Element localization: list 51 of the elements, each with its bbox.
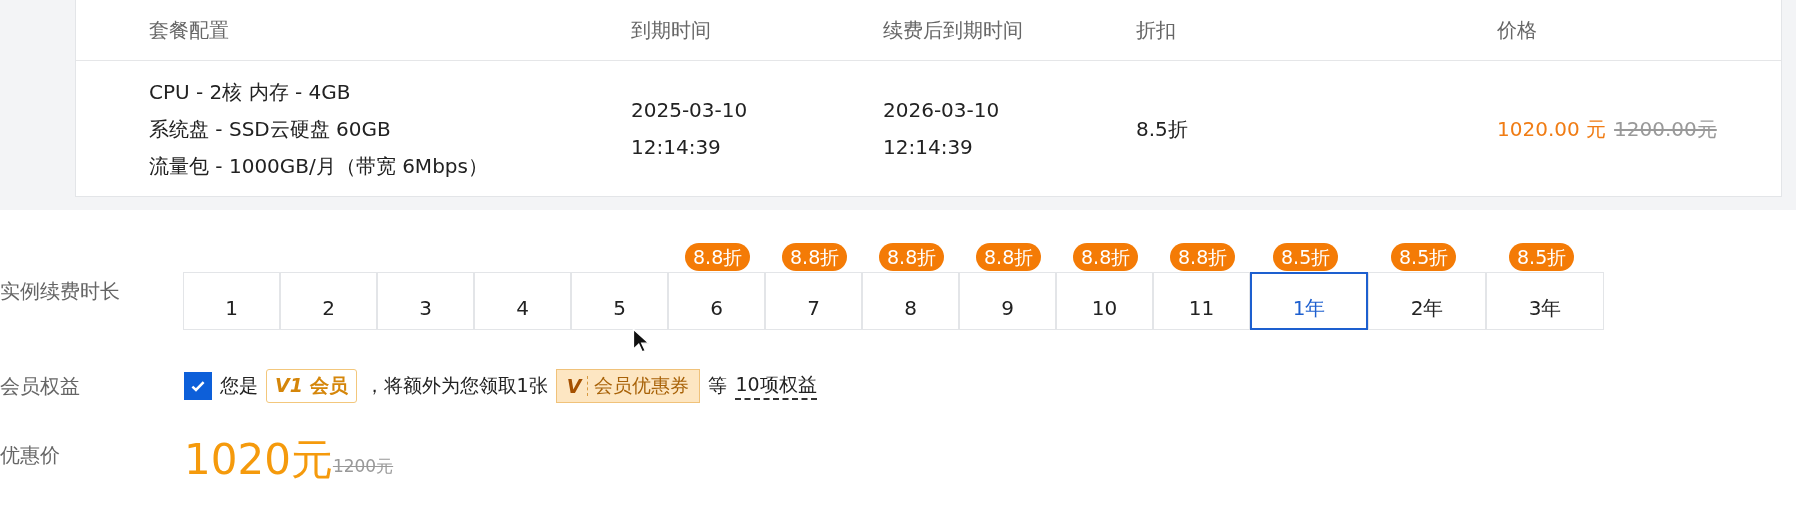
table-cell-text: 12:14:39	[631, 134, 722, 161]
column-header: 到期时间	[631, 16, 712, 44]
discount-badge: 8.8折	[879, 243, 945, 271]
discount-badge: 8.5折	[1509, 243, 1575, 271]
cursor-icon	[632, 328, 649, 354]
checkbox[interactable]	[184, 372, 212, 400]
field-label: 会员权益	[0, 372, 81, 400]
discount-price: 1020元	[184, 436, 333, 484]
column-header: 续费后到期时间	[883, 16, 1024, 44]
benefits-link[interactable]: 10项权益	[735, 372, 817, 400]
table-cell-text: 2026-03-10	[883, 97, 1001, 124]
duration-option[interactable]: 8	[862, 272, 959, 330]
duration-option[interactable]: 4	[474, 272, 571, 330]
table-cell-text: CPU - 2核 内存 - 4GB	[149, 78, 352, 106]
table-cell-text: 12:14:39	[883, 134, 974, 161]
table-cell-text: 系统盘 - SSD云硬盘 60GB	[149, 115, 392, 143]
original-price: 1200.00元	[1614, 115, 1717, 143]
discount-badge: 8.5折	[1391, 243, 1457, 271]
table-cell-text: 2025-03-10	[631, 97, 749, 124]
discount-badge: 8.8折	[782, 243, 848, 271]
price-text: 1020.00 元	[1497, 115, 1607, 143]
discount-badge: 8.8折	[685, 243, 751, 271]
member-text: 等	[708, 373, 728, 398]
table-cell: 8.5折	[1136, 115, 1188, 143]
duration-option[interactable]: 9	[959, 272, 1056, 330]
column-header: 折扣	[1136, 16, 1177, 44]
table-cell-text: 流量包 - 1000GB/月（带宽 6Mbps）	[149, 152, 489, 180]
member-text: 您是	[220, 373, 258, 398]
duration-option[interactable]: 3年	[1486, 272, 1604, 330]
coupon-badge: V 会员优惠券	[555, 369, 701, 403]
original-price: 1200元	[332, 455, 394, 478]
discount-badge: 8.8折	[976, 243, 1042, 271]
discount-badge: 8.5折	[1273, 243, 1339, 271]
duration-option[interactable]: 2	[280, 272, 377, 330]
duration-option[interactable]: 6	[668, 272, 765, 330]
field-label: 实例续费时长	[0, 278, 121, 305]
discount-badge: 8.8折	[1073, 243, 1139, 271]
duration-option[interactable]: 10	[1056, 272, 1153, 330]
duration-option[interactable]: 3	[377, 272, 474, 330]
duration-option[interactable]: 11	[1153, 272, 1250, 330]
column-header: 套餐配置	[148, 16, 230, 44]
field-label: 优惠价	[0, 442, 61, 469]
discount-badge: 8.8折	[1170, 243, 1236, 271]
duration-option[interactable]: 1	[183, 272, 280, 330]
duration-option[interactable]: 7	[765, 272, 862, 330]
member-text: ，将额外为您领取1张	[364, 373, 548, 398]
duration-option[interactable]: 1年	[1250, 272, 1368, 330]
column-header: 价格	[1497, 16, 1538, 44]
member-badge: V1 会员	[266, 369, 357, 403]
duration-option[interactable]: 5	[571, 272, 668, 330]
duration-option[interactable]: 2年	[1368, 272, 1486, 330]
